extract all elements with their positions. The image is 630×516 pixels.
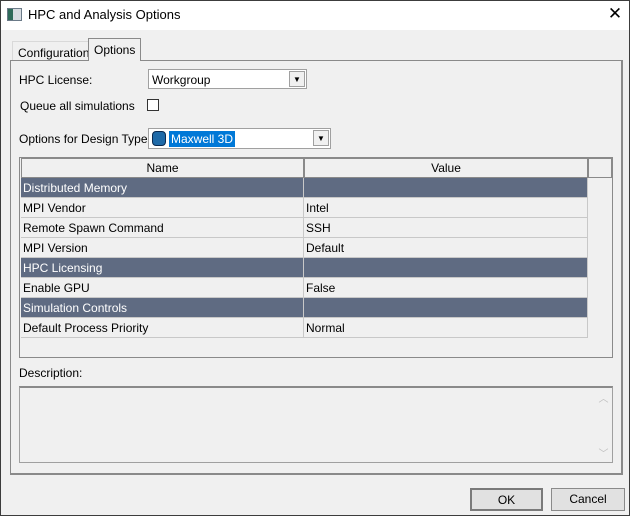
cancel-button[interactable]: Cancel: [551, 488, 625, 511]
column-header-value[interactable]: Value: [304, 158, 588, 178]
scroll-up-icon[interactable]: ︿: [595, 390, 612, 405]
cell-name[interactable]: MPI Version: [21, 238, 304, 258]
cell-value[interactable]: False: [304, 278, 588, 298]
scroll-down-icon[interactable]: ﹀: [595, 445, 612, 460]
cell-value[interactable]: Normal: [304, 318, 588, 338]
design-type-label: Options for Design Type:: [19, 132, 151, 146]
chevron-down-icon[interactable]: ▼: [289, 71, 305, 87]
cell-value[interactable]: [304, 298, 588, 318]
queue-checkbox[interactable]: [147, 99, 159, 111]
title-bar: HPC and Analysis Options ✕: [1, 1, 629, 30]
app-icon: [7, 8, 22, 21]
properties-grid[interactable]: Name Value Distributed Memory MPI Vendor I…: [19, 157, 613, 358]
description-label: Description:: [19, 366, 83, 380]
cell-name[interactable]: Remote Spawn Command: [21, 218, 304, 238]
cell-name[interactable]: Simulation Controls: [21, 298, 304, 318]
cell-value[interactable]: Intel: [304, 198, 588, 218]
close-icon[interactable]: ✕: [605, 4, 625, 24]
cell-value[interactable]: SSH: [304, 218, 588, 238]
cell-name[interactable]: HPC Licensing: [21, 258, 304, 278]
table-row[interactable]: MPI Vendor Intel: [21, 198, 588, 218]
cell-name[interactable]: Distributed Memory: [21, 178, 304, 198]
table-row[interactable]: Remote Spawn Command SSH: [21, 218, 588, 238]
category-row[interactable]: Distributed Memory: [21, 178, 588, 198]
cell-value[interactable]: Default: [304, 238, 588, 258]
maxwell-icon: [152, 131, 166, 146]
description-box[interactable]: ︿ ﹀: [19, 386, 613, 463]
design-type-select[interactable]: Maxwell 3D ▼: [148, 128, 331, 149]
table-row[interactable]: Default Process Priority Normal: [21, 318, 588, 338]
chevron-down-icon[interactable]: ▼: [313, 130, 329, 146]
column-header-name[interactable]: Name: [21, 158, 304, 178]
category-row[interactable]: Simulation Controls: [21, 298, 588, 318]
table-row[interactable]: Enable GPU False: [21, 278, 588, 298]
window-title: HPC and Analysis Options: [28, 7, 181, 22]
cell-value[interactable]: [304, 258, 588, 278]
table-row[interactable]: MPI Version Default: [21, 238, 588, 258]
cell-name[interactable]: Default Process Priority: [21, 318, 304, 338]
cell-value[interactable]: [304, 178, 588, 198]
category-row[interactable]: HPC Licensing: [21, 258, 588, 278]
cell-name[interactable]: Enable GPU: [21, 278, 304, 298]
cell-name[interactable]: MPI Vendor: [21, 198, 304, 218]
ok-button[interactable]: OK: [470, 488, 543, 511]
design-type-value: Maxwell 3D: [169, 131, 236, 147]
queue-label: Queue all simulations: [20, 99, 135, 113]
hpc-license-select[interactable]: Workgroup ▼: [148, 69, 307, 89]
hpc-license-label: HPC License:: [19, 73, 93, 87]
scrollbar[interactable]: ︿ ﹀: [595, 388, 612, 462]
column-header-spacer: [588, 158, 612, 178]
tab-options[interactable]: Options: [88, 38, 142, 61]
hpc-license-value: Workgroup: [152, 73, 211, 87]
